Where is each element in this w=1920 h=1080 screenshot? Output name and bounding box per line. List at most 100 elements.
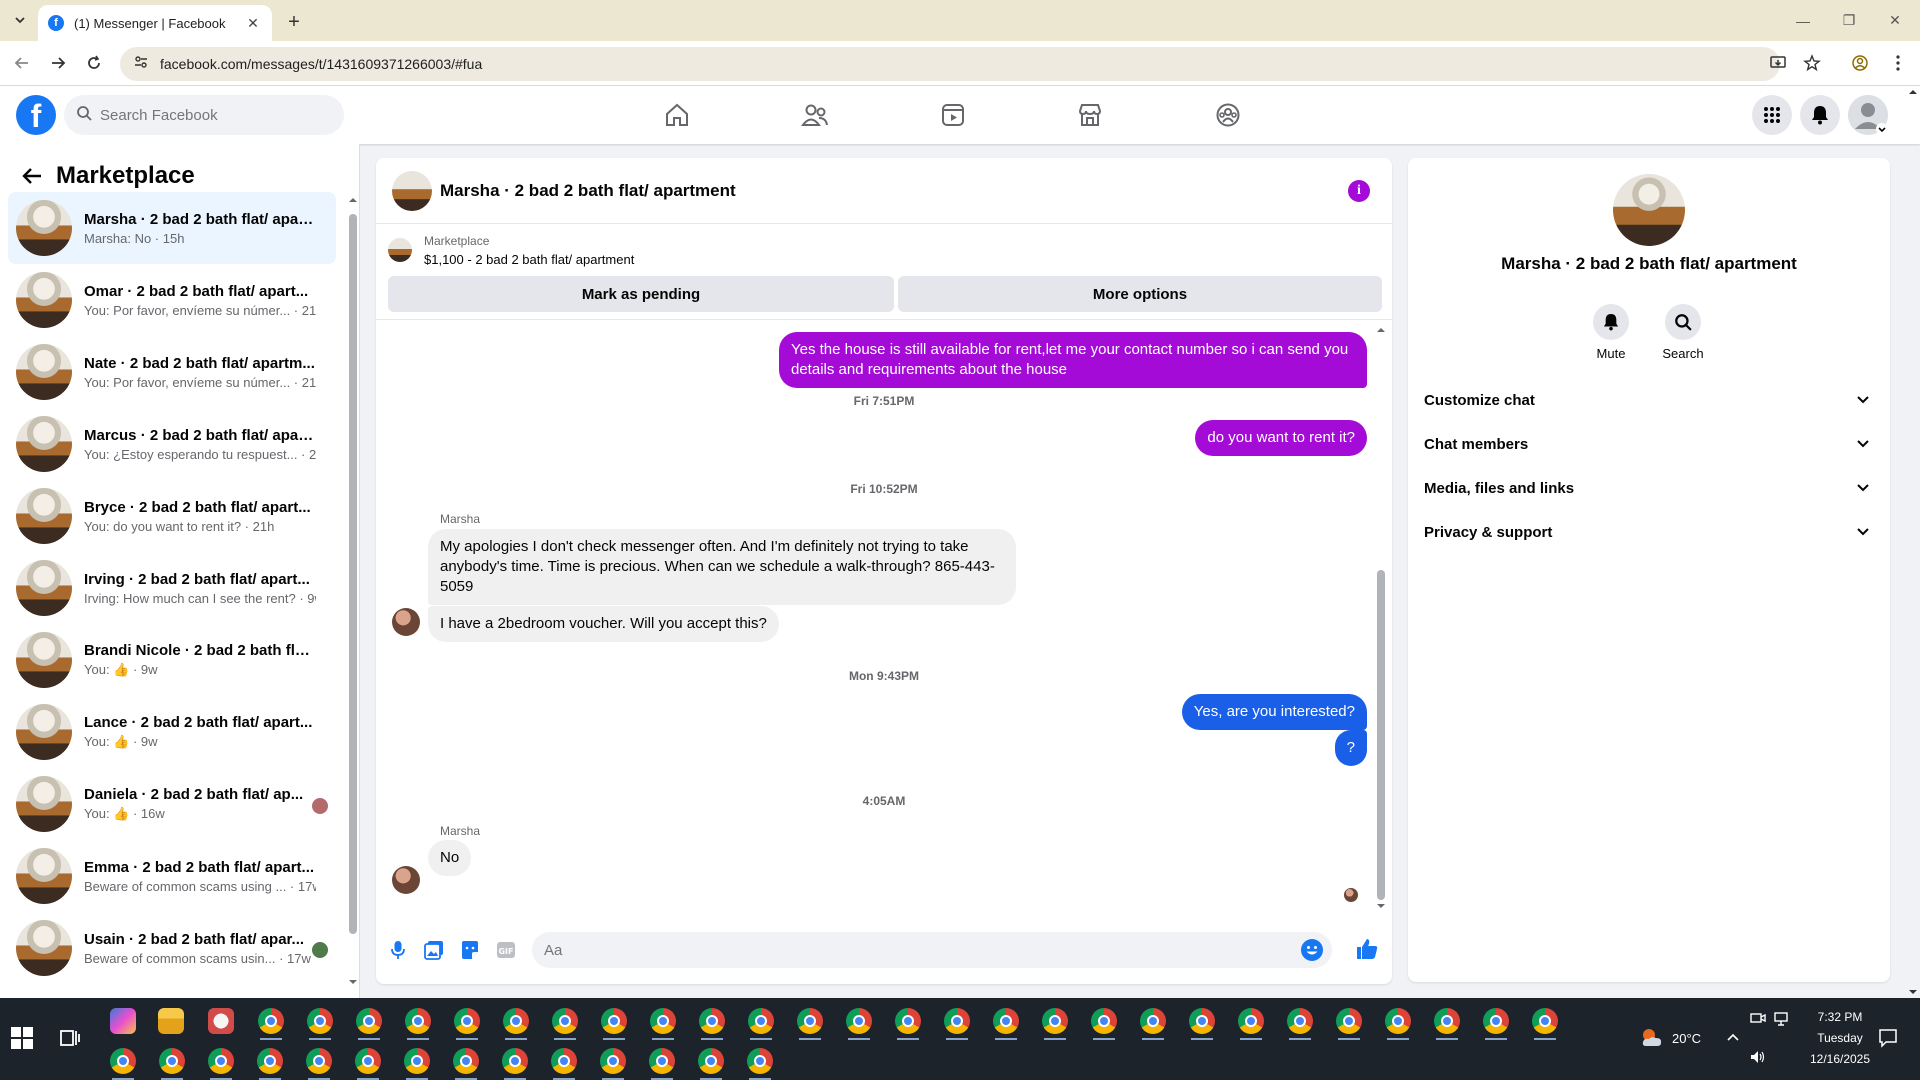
scrollbar-thumb[interactable] [349,214,357,934]
message-input-box[interactable] [532,932,1332,968]
chrome-window-icon[interactable] [551,1048,577,1080]
meet-now-icon[interactable] [1750,1012,1766,1026]
chrome-window-icon[interactable] [1140,1008,1166,1040]
chrome-window-icon[interactable] [993,1008,1019,1040]
chat-title[interactable]: Marsha · 2 bad 2 bath flat/ apartment [440,181,736,201]
file-explorer-icon[interactable] [158,1008,184,1034]
chrome-window-icon[interactable] [600,1048,626,1080]
conversation-item-emma[interactable]: Emma · 2 bad 2 bath flat/ apart... Beware… [8,840,336,912]
tab-search-chevron-icon[interactable] [8,8,32,32]
chrome-window-icon[interactable] [1336,1008,1362,1040]
chat-avatar[interactable] [392,170,432,211]
forward-arrow-icon[interactable] [44,49,72,77]
chrome-window-icon[interactable] [502,1048,528,1080]
volume-icon[interactable] [1750,1050,1766,1064]
chrome-window-icon[interactable] [1091,1008,1117,1040]
sender-avatar[interactable] [392,608,420,636]
chrome-window-icon[interactable] [1189,1008,1215,1040]
message-scrollbar[interactable] [1376,326,1386,910]
chrome-window-icon[interactable] [699,1008,725,1040]
conversation-item-daniela[interactable]: Daniela · 2 bad 2 bath flat/ ap... You: 👍… [8,768,336,840]
minimize-window-button[interactable]: — [1780,0,1826,41]
conversation-item-nate[interactable]: Nate · 2 bad 2 bath flat/ apartm... You: … [8,336,336,408]
chrome-window-icon[interactable] [1287,1008,1313,1040]
chrome-window-icon[interactable] [355,1048,381,1080]
site-info-icon[interactable] [134,55,148,74]
restore-window-button[interactable]: ❐ [1826,0,1872,41]
task-view-icon[interactable] [58,1026,82,1050]
new-tab-button[interactable]: + [280,8,308,36]
incoming-message[interactable]: I have a 2bedroom voucher. Will you acce… [428,606,779,642]
conversation-item-lance[interactable]: Lance · 2 bad 2 bath flat/ apart... You: … [8,696,336,768]
page-scrollbar[interactable] [1906,86,1920,998]
chrome-window-icon[interactable] [258,1008,284,1040]
scrollbar-thumb[interactable] [1377,570,1385,900]
chrome-window-icon[interactable] [1483,1008,1509,1040]
notifications-bell-icon[interactable] [1800,95,1840,135]
reload-icon[interactable] [80,49,108,77]
emoji-icon[interactable] [1300,938,1324,967]
chrome-window-icon[interactable] [552,1008,578,1040]
outgoing-message[interactable]: Yes, are you interested? [1181,694,1367,730]
back-arrow-icon[interactable] [8,49,36,77]
address-bar[interactable]: facebook.com/messages/t/1431609371266003… [120,47,1780,81]
conversation-item-omar[interactable]: Omar · 2 bad 2 bath flat/ apart... You: P… [8,264,336,336]
conversation-info-icon[interactable]: i [1348,180,1370,202]
sender-avatar[interactable] [392,866,420,894]
chrome-window-icon[interactable] [454,1008,480,1040]
bookmark-star-icon[interactable] [1798,49,1826,77]
groups-icon[interactable] [1205,92,1251,138]
account-avatar-icon[interactable] [1848,95,1888,135]
listing-profile-photo[interactable] [1613,174,1685,246]
chrome-window-icon[interactable] [405,1008,431,1040]
mark-as-pending-button[interactable]: Mark as pending [388,276,894,312]
chrome-window-icon[interactable] [404,1048,430,1080]
profile-icon[interactable] [1846,49,1874,77]
chrome-window-icon[interactable] [503,1008,529,1040]
chrome-window-icon[interactable] [747,1048,773,1080]
chrome-window-icon[interactable] [1532,1008,1558,1040]
home-icon[interactable] [654,92,700,138]
chrome-window-icon[interactable] [650,1008,676,1040]
chrome-window-icon[interactable] [1385,1008,1411,1040]
outgoing-message[interactable]: Yes the house is still available for ren… [779,332,1367,388]
weather-app-icon[interactable] [208,1008,234,1034]
message-input[interactable] [544,941,1284,959]
outgoing-message[interactable]: do you want to rent it? [1195,420,1367,456]
watch-video-icon[interactable] [930,92,976,138]
tab-close-icon[interactable]: ✕ [244,14,262,32]
chrome-window-icon[interactable] [356,1008,382,1040]
incoming-message[interactable]: No [428,840,472,876]
chrome-window-icon[interactable] [110,1048,136,1080]
search-in-conversation-button[interactable]: Search [1653,304,1713,361]
outgoing-message[interactable]: ? [1334,730,1367,766]
chrome-window-icon[interactable] [649,1048,675,1080]
marketplace-icon[interactable] [1067,92,1113,138]
chrome-window-icon[interactable] [601,1008,627,1040]
chrome-window-icon[interactable] [698,1048,724,1080]
chrome-window-icon[interactable] [797,1008,823,1040]
back-arrow-icon[interactable] [16,160,48,192]
conversation-item-bryce[interactable]: Bryce · 2 bad 2 bath flat/ apart... You: … [8,480,336,552]
notification-center-icon[interactable] [1878,1028,1898,1048]
chrome-window-icon[interactable] [1042,1008,1068,1040]
network-icon[interactable] [1774,1012,1792,1026]
conversation-item-brandi-nicole[interactable]: Brandi Nicole · 2 bad 2 bath flat... You:… [8,624,336,696]
mute-button[interactable]: Mute [1581,304,1641,361]
conversation-item-usain[interactable]: Usain · 2 bad 2 bath flat/ apar... Beware… [8,912,336,984]
chrome-window-icon[interactable] [944,1008,970,1040]
search-input[interactable] [100,106,320,124]
listing-title[interactable]: $1,100 - 2 bad 2 bath flat/ apartment [424,252,634,267]
conversation-list-scrollbar[interactable] [349,196,357,986]
chat-header[interactable]: Marsha · 2 bad 2 bath flat/ apartment i [376,158,1392,224]
weather-widget[interactable]: 20°C [1640,998,1701,1080]
more-options-button[interactable]: More options [898,276,1382,312]
facebook-logo-icon[interactable]: f [16,95,56,135]
chrome-window-icon[interactable] [257,1048,283,1080]
chrome-window-icon[interactable] [159,1048,185,1080]
chrome-window-icon[interactable] [307,1008,333,1040]
sticker-icon[interactable] [458,938,482,962]
menu-grid-icon[interactable] [1752,95,1792,135]
chevron-up-icon[interactable] [1726,1032,1740,1042]
close-window-button[interactable]: ✕ [1872,0,1918,41]
